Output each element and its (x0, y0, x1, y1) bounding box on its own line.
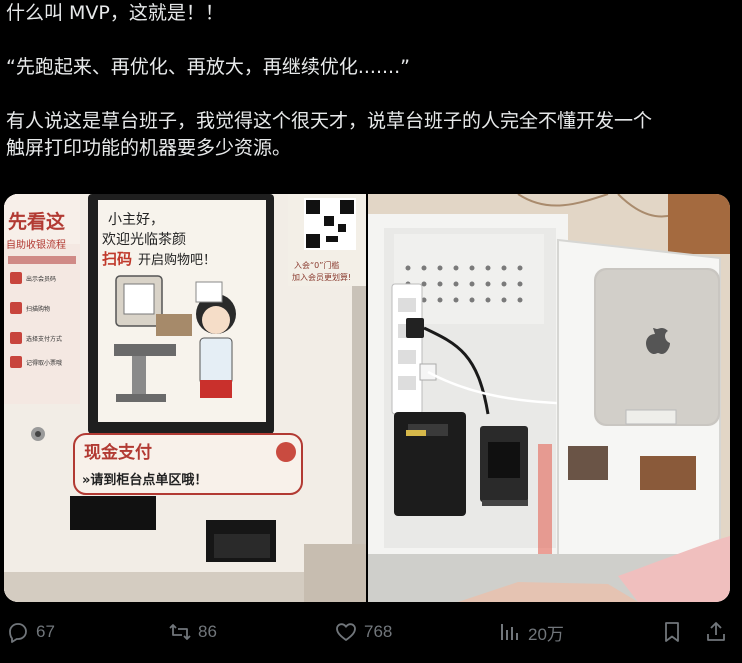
post-line-3: 有人说这是草台班子，我觉得这个很天才，说草台班子的人完全不懂开发一个 (6, 110, 653, 132)
post-line-4: 触屏打印功能的机器要多少资源。 (6, 137, 292, 159)
views-count: 20万 (528, 624, 564, 644)
bookmark-button[interactable] (660, 612, 690, 652)
poster-step-1: 出示会员码 (26, 275, 56, 283)
qr-caption-2: 加入会员更划算! (292, 272, 351, 282)
views-button[interactable]: 20万 (498, 612, 564, 652)
repost-icon (169, 624, 191, 640)
cash-sign-title: 现金支付 (84, 442, 152, 463)
poster-step-3: 选择支付方式 (26, 335, 62, 343)
poster-subtitle: 自助收银流程 (6, 238, 66, 251)
poster-step-4: 记得取小票哦 (26, 359, 62, 367)
kiosk-photo-illustration: 先看这 自助收银流程 出示会员码 扫描购物 选择支付方式 记得取小票哦 小主好，… (4, 194, 366, 602)
like-button[interactable]: 768 (334, 612, 392, 652)
post-text: 什么叫 MVP，这就是！！ “先跑起来、再优化、再放大，再继续优化.......… (6, 0, 736, 162)
reply-count: 67 (36, 622, 55, 641)
screen-greeting: 小主好， (108, 212, 164, 228)
post-line-gap (6, 81, 736, 108)
screen-start: 开启购物吧！ (138, 252, 216, 268)
reply-button[interactable]: 67 (6, 612, 55, 652)
heart-icon (336, 623, 356, 641)
poster-step-2: 扫描购物 (26, 305, 50, 313)
like-count: 768 (364, 622, 393, 641)
post-line-2: “先跑起来、再优化、再放大，再继续优化.......” (6, 56, 410, 78)
cash-sign-subtitle: »请到柜台点单区哦！ (82, 472, 207, 488)
post-actions: 67 86 768 20万 (0, 612, 742, 652)
bookmark-icon (665, 622, 679, 642)
qr-caption-1: 入会“0”门槛 (294, 260, 339, 270)
post-media[interactable]: 先看这 自助收银流程 出示会员码 扫描购物 选择支付方式 记得取小票哦 小主好，… (4, 194, 730, 602)
repost-count: 86 (198, 622, 217, 641)
media-photo-kiosk[interactable]: 先看这 自助收银流程 出示会员码 扫描购物 选择支付方式 记得取小票哦 小主好，… (4, 194, 366, 602)
repost-button[interactable]: 86 (168, 612, 217, 652)
analytics-icon (501, 624, 518, 640)
cabinet-photo-illustration (368, 194, 730, 602)
screen-scan: 扫码 (102, 250, 132, 268)
screen-welcome: 欢迎光临茶颜 (102, 232, 186, 248)
media-photo-cabinet[interactable] (368, 194, 730, 602)
post-line-gap (6, 27, 736, 54)
share-button[interactable] (704, 612, 734, 652)
post-line-1: 什么叫 MVP，这就是！！ (6, 2, 224, 24)
reply-icon (9, 623, 27, 643)
poster-title: 先看这 (8, 210, 65, 233)
share-icon (707, 622, 725, 641)
